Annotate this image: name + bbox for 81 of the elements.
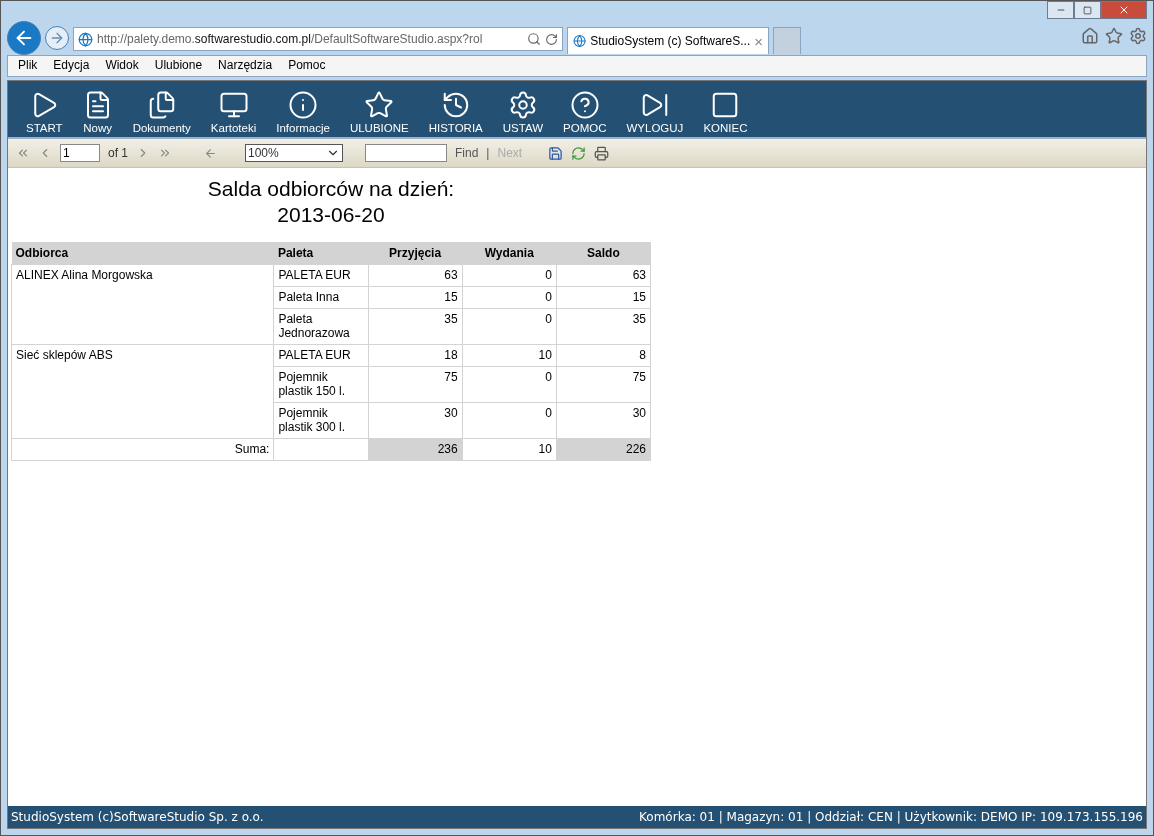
back-button[interactable] xyxy=(7,21,41,55)
monitor-icon xyxy=(218,90,249,120)
toolbar-button[interactable]: ULUBIONE xyxy=(339,90,419,134)
address-text: http://palety.demo.softwarestudio.com.pl/DefaultSoftwareStudio.aspx?rol xyxy=(97,32,484,46)
forward-button[interactable] xyxy=(45,26,69,50)
table-cell: 0 xyxy=(462,402,557,439)
table-cell: PALETA EUR xyxy=(273,264,369,287)
menu-item[interactable]: Ulubione xyxy=(154,58,203,74)
report-date: 2013-06-20 xyxy=(276,202,386,228)
browser-tab[interactable]: StudioSystem (c) SoftwareS... × xyxy=(567,27,769,54)
help-icon xyxy=(569,90,600,120)
table-cell: 75 xyxy=(556,366,651,403)
star-icon xyxy=(364,90,395,120)
table-cell: 63 xyxy=(556,264,651,287)
star-icon[interactable] xyxy=(1105,27,1123,45)
settings-icon[interactable] xyxy=(1129,27,1147,45)
table-cell: 0 xyxy=(462,308,557,345)
back-icon[interactable] xyxy=(204,146,217,160)
report-title: Salda odbiorców na dzień: xyxy=(206,176,456,202)
table-cell: 0 xyxy=(462,366,557,403)
status-text: Komórka: 01 | Magazyn: 01 | Oddział: CEN | Użytkownik: DEMO IP: 109.173.155.196 xyxy=(639,810,1143,824)
column-header: Przyjęcia xyxy=(368,242,463,265)
table-cell: 35 xyxy=(368,308,463,345)
info-icon xyxy=(288,90,319,120)
save-icon[interactable] xyxy=(548,145,564,161)
zoom-select[interactable]: 100% xyxy=(245,144,343,162)
toolbar-button[interactable]: WYLOGUJ xyxy=(616,90,694,134)
page-field[interactable]: 1 xyxy=(60,144,100,162)
maximize-icon xyxy=(1083,5,1092,15)
column-header: Odbiorca xyxy=(11,242,274,265)
zoom-value: 100% xyxy=(248,146,279,160)
status-text: StudioSystem (c)SoftwareStudio Sp. z o.o. xyxy=(11,810,264,824)
table-cell: ALINEX Alina Morgowska xyxy=(11,264,274,345)
table-cell: 35 xyxy=(556,308,651,345)
separator: | xyxy=(486,146,490,160)
column-header: Wydania xyxy=(462,242,557,265)
table-cell: Pojemnik plastik 150 l. xyxy=(273,366,369,403)
browser-icon xyxy=(78,31,93,47)
tab-title: StudioSystem (c) SoftwareS... xyxy=(590,34,751,48)
column-header: Saldo xyxy=(556,242,651,265)
first-page-icon[interactable] xyxy=(16,146,30,160)
print-icon[interactable] xyxy=(594,145,610,161)
arrow-right-icon xyxy=(49,30,65,46)
browser-icon xyxy=(573,34,587,48)
table-cell: 30 xyxy=(368,402,463,439)
menu-item[interactable]: Narzędzia xyxy=(218,58,273,74)
refresh-icon[interactable] xyxy=(545,32,558,46)
menu-item[interactable]: Plik xyxy=(18,58,38,74)
menu-item[interactable]: Edycja xyxy=(53,58,90,74)
table-cell: 63 xyxy=(368,264,463,287)
table-cell: 30 xyxy=(556,402,651,439)
page-count: of 1 xyxy=(108,146,128,160)
close-icon xyxy=(1118,4,1130,16)
table-cell: Sieć sklepów ABS xyxy=(11,344,274,439)
maximize-button[interactable] xyxy=(1074,1,1101,19)
table-cell: 75 xyxy=(368,366,463,403)
toolbar-button[interactable]: Dokumenty xyxy=(122,90,201,134)
find-link[interactable]: Find xyxy=(455,146,479,160)
toolbar-button[interactable]: Informacje xyxy=(266,90,340,134)
toolbar-button[interactable]: HISTORIA xyxy=(418,90,493,134)
table-cell: 0 xyxy=(462,264,557,287)
menu-item[interactable]: Pomoc xyxy=(288,58,326,74)
column-header: Paleta xyxy=(273,242,369,265)
toolbar-button[interactable]: Kartoteki xyxy=(200,90,267,134)
menu-item[interactable]: Widok xyxy=(105,58,139,74)
toolbar-button[interactable]: USTAW xyxy=(492,90,554,134)
refresh-icon[interactable] xyxy=(571,145,587,161)
toolbar-button[interactable]: START xyxy=(16,90,73,134)
find-field[interactable] xyxy=(365,144,447,162)
table-cell: Suma: xyxy=(11,438,274,461)
last-page-icon[interactable] xyxy=(158,146,172,160)
home-icon[interactable] xyxy=(1081,27,1099,45)
toolbar-button[interactable]: KONIEC xyxy=(693,90,758,134)
address-field[interactable]: http://palety.demo.softwarestudio.com.pl/DefaultSoftwareStudio.aspx?rol xyxy=(73,27,563,51)
toolbar-button[interactable]: POMOC xyxy=(553,90,617,134)
table-cell: Paleta Jednorazowa xyxy=(273,308,369,345)
toolbar-button[interactable]: Nowy xyxy=(72,90,123,134)
minimize-button[interactable] xyxy=(1047,1,1074,19)
search-icon[interactable] xyxy=(527,32,541,46)
tab-close-button[interactable]: × xyxy=(754,32,763,50)
table-cell: Pojemnik plastik 300 l. xyxy=(273,402,369,439)
